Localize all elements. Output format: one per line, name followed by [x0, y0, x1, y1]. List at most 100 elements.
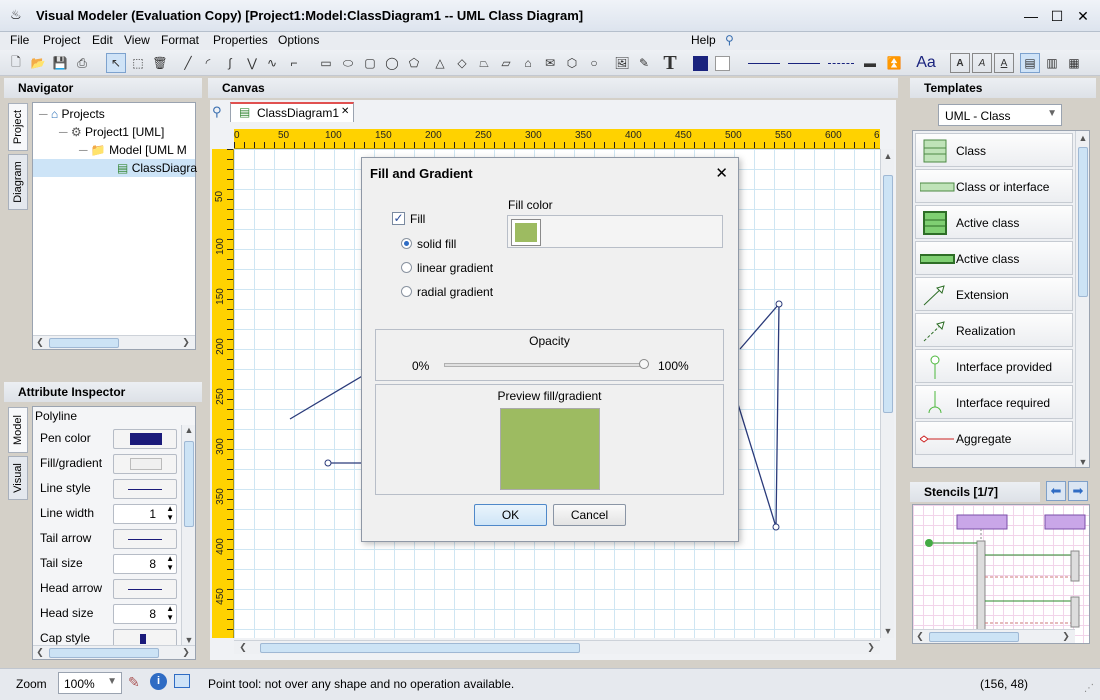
- tab-project[interactable]: Project: [8, 103, 28, 151]
- scroll-left-icon[interactable]: ❮: [33, 337, 47, 348]
- menu-options[interactable]: Options: [278, 33, 319, 47]
- text-tool-icon[interactable]: T: [660, 52, 680, 74]
- polyline-tool-icon[interactable]: ⋁: [242, 53, 262, 73]
- stencil-preview[interactable]: ❮ ❯: [912, 504, 1090, 644]
- menu-project[interactable]: Project: [43, 33, 80, 47]
- scroll-left-icon[interactable]: ❮: [236, 642, 250, 653]
- fill-color-swatch[interactable]: [712, 53, 732, 73]
- template-interface-required[interactable]: Interface required: [915, 385, 1073, 419]
- template-class-or-interface[interactable]: Class or interface: [915, 169, 1073, 203]
- minimize-button[interactable]: —: [1020, 6, 1042, 26]
- chevron-down-icon[interactable]: ▼: [107, 676, 117, 687]
- scroll-right-icon[interactable]: ❯: [1059, 631, 1073, 642]
- rectangle-tool-icon[interactable]: ▭: [316, 53, 336, 73]
- scroll-thumb[interactable]: [49, 648, 159, 658]
- template-selector[interactable]: UML - Class ▼: [938, 104, 1062, 126]
- tree-item-classdiagram[interactable]: ▤ ClassDiagra: [33, 159, 197, 177]
- small-circle-icon[interactable]: ○: [584, 53, 604, 73]
- delete-icon[interactable]: 🗑: [150, 53, 170, 73]
- orthogonal-line-icon[interactable]: ⌐: [284, 53, 304, 73]
- tail-size-stepper[interactable]: 8 ▲ ▼: [113, 554, 177, 574]
- radial-gradient-radio[interactable]: [401, 286, 412, 297]
- fill-checkbox[interactable]: ✓: [392, 212, 405, 225]
- scroll-thumb[interactable]: [184, 441, 194, 527]
- scroll-right-icon[interactable]: ❯: [179, 647, 193, 658]
- zigzag-tool-icon[interactable]: ∿: [262, 53, 282, 73]
- tab-classdiagram1[interactable]: ▤ ClassDiagram1 ✕: [230, 102, 354, 122]
- head-size-stepper[interactable]: 8 ▲ ▼: [113, 604, 177, 624]
- scroll-right-icon[interactable]: ❯: [864, 642, 878, 653]
- stencil-prev-icon[interactable]: ⬅: [1046, 481, 1066, 501]
- scroll-thumb[interactable]: [49, 338, 119, 348]
- image-tool-icon[interactable]: 🖼: [612, 53, 632, 73]
- attr-h-scrollbar[interactable]: ❮ ❯: [33, 645, 195, 659]
- menu-view[interactable]: View: [124, 33, 150, 47]
- menu-format[interactable]: Format: [161, 33, 199, 47]
- maximize-button[interactable]: ☐: [1046, 6, 1068, 26]
- info-icon[interactable]: i: [150, 673, 167, 690]
- new-file-icon[interactable]: 🗋: [6, 53, 26, 73]
- fill-picker[interactable]: [113, 454, 177, 474]
- scroll-thumb[interactable]: [929, 632, 1019, 642]
- line-width-stepper[interactable]: 1 ▲ ▼: [113, 504, 177, 524]
- template-active-class-2[interactable]: Active class: [915, 241, 1073, 275]
- hexagon-tool-icon[interactable]: ⬡: [562, 53, 582, 73]
- rounded-rect-icon[interactable]: ▢: [360, 53, 380, 73]
- tree-item-project1[interactable]: ─ ⚙ Project1 [UML]: [59, 123, 164, 141]
- menu-properties[interactable]: Properties: [213, 33, 268, 47]
- opacity-slider-handle[interactable]: [639, 359, 649, 369]
- tree-h-scrollbar[interactable]: ❮ ❯: [33, 335, 195, 349]
- tree-item-model[interactable]: ─ 📁 Model [UML M: [79, 141, 187, 159]
- stencil-next-icon[interactable]: ➡: [1068, 481, 1088, 501]
- scroll-thumb[interactable]: [883, 175, 893, 413]
- curve-tool-icon[interactable]: ∫: [220, 53, 240, 73]
- print-icon[interactable]: ⎙: [72, 53, 92, 73]
- trapezoid-tool-icon[interactable]: ⏢: [474, 53, 494, 73]
- template-class[interactable]: Class: [915, 133, 1073, 167]
- arrow-up-icon[interactable]: ⏫: [884, 53, 904, 73]
- scroll-up-icon[interactable]: ▲: [1076, 133, 1089, 143]
- scroll-thumb[interactable]: [1078, 147, 1088, 297]
- pentagon-tool-icon[interactable]: ⬠: [404, 53, 424, 73]
- scroll-down-icon[interactable]: ▼: [1076, 457, 1089, 467]
- zoom-select[interactable]: 100% ▼: [58, 672, 122, 694]
- tab-visual[interactable]: Visual: [8, 456, 28, 500]
- canvas-v-scrollbar[interactable]: ▲ ▼: [880, 149, 894, 638]
- template-active-class[interactable]: Active class: [915, 205, 1073, 239]
- dialog-close-icon[interactable]: ✕: [715, 164, 728, 182]
- stencil-h-scrollbar[interactable]: ❮ ❯: [913, 629, 1075, 643]
- scroll-up-icon[interactable]: ▲: [881, 151, 895, 161]
- house-shape-icon[interactable]: ⌂: [518, 53, 538, 73]
- fill-color-button[interactable]: [511, 219, 541, 246]
- edit-pencil-icon[interactable]: ✎: [128, 674, 140, 691]
- line-style-solid-icon[interactable]: [746, 53, 782, 73]
- close-window-button[interactable]: ✕: [1072, 6, 1094, 26]
- help-search-icon[interactable]: ⚲: [725, 33, 734, 47]
- ok-button[interactable]: OK: [474, 504, 547, 526]
- line-tool-icon[interactable]: ╱: [178, 53, 198, 73]
- align-center-icon[interactable]: ▥: [1042, 53, 1062, 73]
- edit-shape-icon[interactable]: ✎: [634, 53, 654, 73]
- window-icon[interactable]: [174, 674, 190, 688]
- template-interface-provided[interactable]: Interface provided: [915, 349, 1073, 383]
- attr-v-scrollbar[interactable]: ▲ ▼: [181, 425, 195, 645]
- circle-tool-icon[interactable]: ◯: [382, 53, 402, 73]
- scroll-left-icon[interactable]: ❮: [33, 647, 47, 658]
- scroll-left-icon[interactable]: ❮: [913, 631, 927, 642]
- linear-gradient-radio[interactable]: [401, 262, 412, 273]
- tab-close-icon[interactable]: ✕: [341, 106, 349, 117]
- stepper-arrows-icon[interactable]: ▲ ▼: [166, 504, 174, 522]
- line-style-picker[interactable]: [113, 479, 177, 499]
- head-arrow-picker[interactable]: [113, 579, 177, 599]
- menu-edit[interactable]: Edit: [92, 33, 113, 47]
- scroll-down-icon[interactable]: ▼: [881, 626, 895, 636]
- open-folder-icon[interactable]: 📂: [28, 53, 48, 73]
- align-left-icon[interactable]: ▤: [1020, 53, 1040, 73]
- line-weight-icon[interactable]: ▬: [860, 53, 880, 73]
- stepper-arrows-icon[interactable]: ▲ ▼: [166, 604, 174, 622]
- font-icon[interactable]: Aa: [912, 53, 940, 73]
- canvas-search-icon[interactable]: ⚲: [212, 104, 222, 120]
- chevron-down-icon[interactable]: ▼: [1047, 108, 1057, 119]
- scroll-thumb[interactable]: [260, 643, 580, 653]
- bold-text-icon[interactable]: A: [950, 53, 970, 73]
